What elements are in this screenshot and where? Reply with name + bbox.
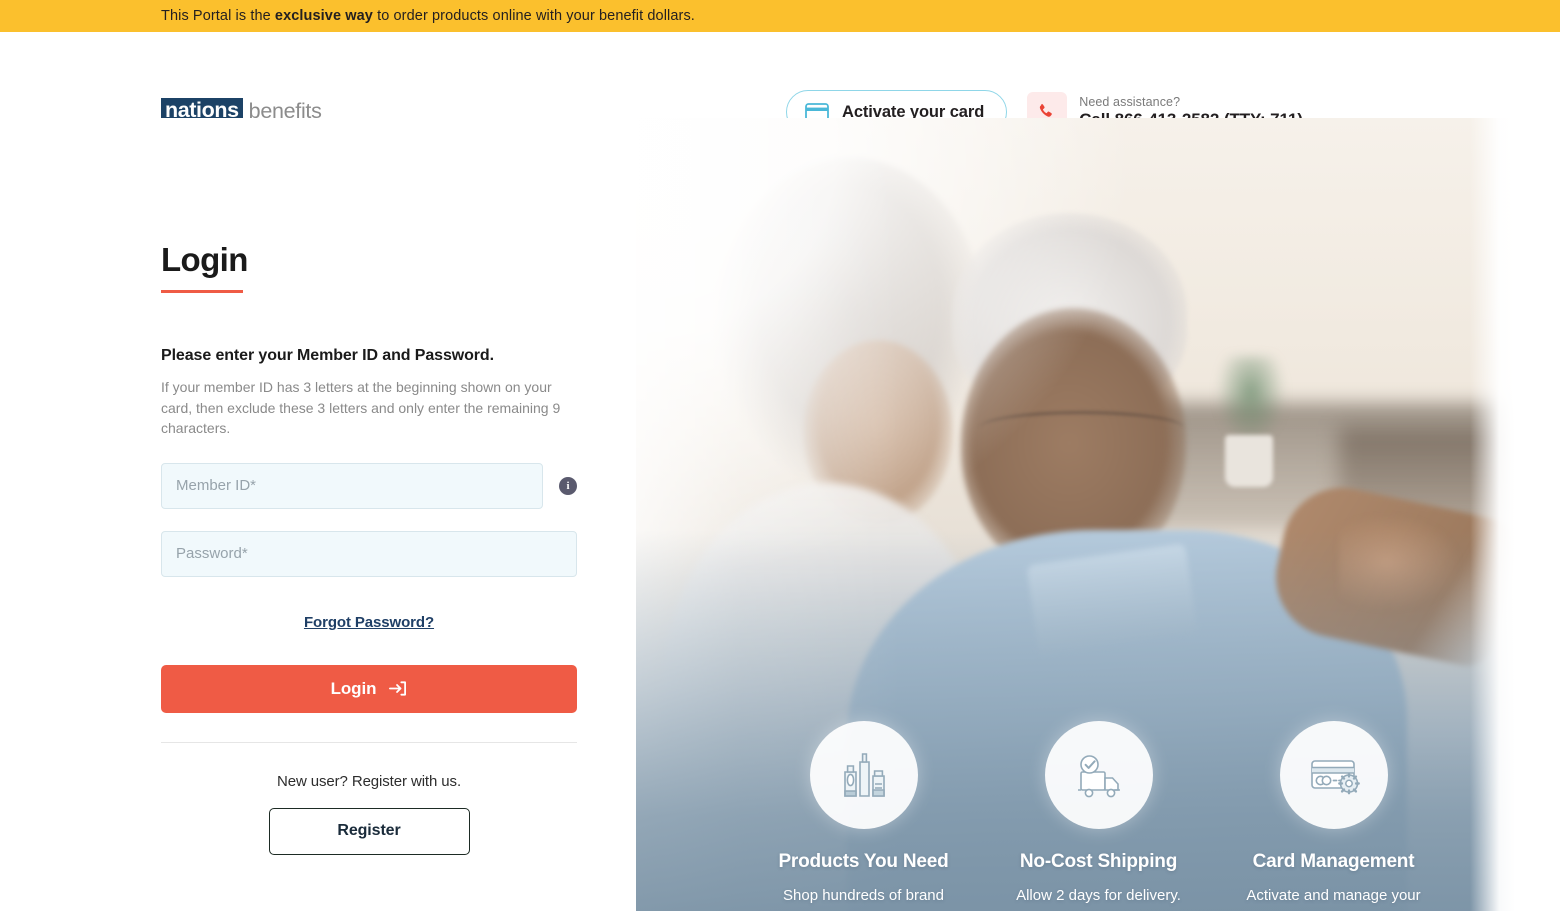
password-row (161, 530, 577, 577)
login-arrow-icon (388, 679, 407, 698)
page-body: Login Please enter your Member ID and Pa… (0, 118, 1560, 911)
hero-banner: Products You Need Shop hundreds of brand (636, 118, 1515, 911)
info-icon[interactable]: i (559, 476, 577, 495)
form-divider (161, 741, 577, 743)
login-button-label: Login (330, 678, 377, 698)
hero-column: Products You Need Shop hundreds of brand (636, 118, 1560, 911)
promo-banner: This Portal is the exclusive way to orde… (0, 0, 1560, 32)
promo-text-after: to order products online with your benef… (372, 8, 695, 24)
forgot-password-wrap: Forgot Password? (161, 614, 577, 632)
delivery-truck-check-icon (1044, 721, 1153, 829)
forgot-password-link[interactable]: Forgot Password? (304, 614, 434, 631)
feature-title: No-Cost Shipping (1019, 851, 1178, 872)
feature-desc: Allow 2 days for delivery. (1016, 887, 1181, 904)
feature-item: No-Cost Shipping Allow 2 days for delive… (981, 721, 1216, 906)
feature-desc: Shop hundreds of brand (783, 887, 944, 904)
login-column: Login Please enter your Member ID and Pa… (0, 118, 636, 911)
site-header: nations benefits Activate your card Need… (0, 32, 1560, 134)
register-button[interactable]: Register (268, 807, 470, 855)
form-heading: Please enter your Member ID and Password… (161, 347, 494, 364)
feature-item: Products You Need Shop hundreds of brand (746, 721, 981, 906)
member-id-input[interactable] (161, 462, 543, 509)
bottles-products-icon (809, 721, 918, 829)
login-form: Login Please enter your Member ID and Pa… (161, 243, 577, 855)
password-input[interactable] (161, 530, 577, 577)
title-underline (161, 290, 243, 293)
feature-list: Products You Need Shop hundreds of brand (746, 721, 1451, 906)
feature-desc: Activate and manage your (1246, 887, 1421, 904)
login-button[interactable]: Login (161, 664, 577, 713)
form-note: If your member ID has 3 letters at the b… (161, 379, 561, 436)
promo-banner-text: This Portal is the exclusive way to orde… (161, 8, 695, 24)
feature-title: Products You Need (778, 851, 949, 872)
hero-fade-right (1470, 118, 1515, 911)
promo-text-before: This Portal is the (161, 8, 275, 24)
register-button-wrap: Register (161, 807, 577, 855)
assistance-label: Need assistance? (1079, 94, 1181, 109)
promo-text-bold: exclusive way (274, 8, 373, 24)
card-settings-icon (1279, 721, 1388, 829)
feature-title: Card Management (1252, 851, 1415, 872)
page-title: Login (161, 241, 248, 278)
member-id-row: i (161, 462, 577, 509)
feature-item: Card Management Activate and manage your (1216, 721, 1451, 906)
register-prompt: New user? Register with us. (276, 772, 462, 790)
